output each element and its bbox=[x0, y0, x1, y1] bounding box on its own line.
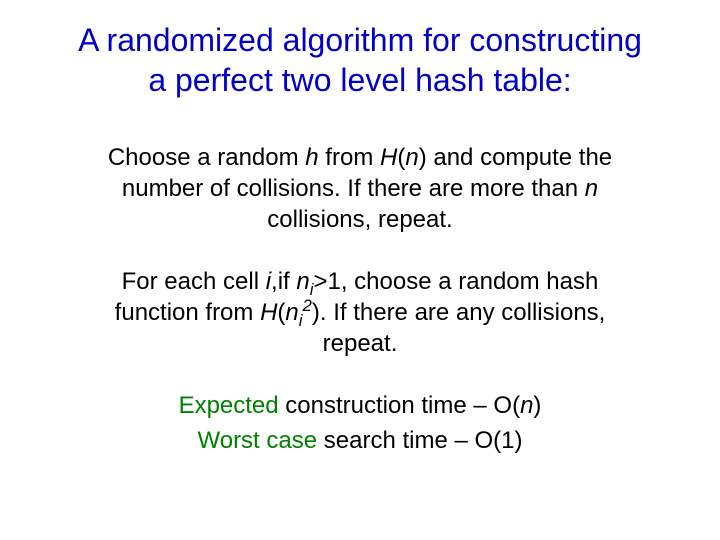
var-h: h bbox=[305, 144, 318, 171]
paragraph-step-1: Choose a random h from H(n) and compute … bbox=[80, 142, 640, 236]
highlight-worst-case: Worst case bbox=[198, 427, 318, 454]
var-n: n bbox=[296, 268, 309, 295]
sup-2: 2 bbox=[303, 296, 312, 315]
text: search time – O(1) bbox=[317, 427, 522, 454]
slide: A randomized algorithm for constructing … bbox=[0, 0, 720, 540]
var-ni: ni bbox=[296, 268, 313, 295]
worst-case-time-line: Worst case search time – O(1) bbox=[30, 424, 690, 459]
text: if bbox=[278, 268, 297, 295]
expected-time-line: Expected construction time – O(n) bbox=[30, 389, 690, 424]
slide-title: A randomized algorithm for constructing … bbox=[30, 20, 690, 100]
text: Choose a random bbox=[108, 144, 305, 171]
var-H: H bbox=[380, 144, 397, 171]
text: For each cell bbox=[122, 268, 266, 295]
text: from bbox=[319, 144, 380, 171]
title-line-2: a perfect two level hash table: bbox=[148, 62, 571, 98]
paragraph-step-2: For each cell i,if ni>1, choose a random… bbox=[80, 266, 640, 360]
var-n: n bbox=[585, 175, 598, 202]
text: ) bbox=[312, 299, 320, 326]
text: . If there are any collisions, repeat. bbox=[320, 299, 605, 357]
var-H: H bbox=[260, 299, 277, 326]
text: collisions, repeat. bbox=[267, 206, 452, 233]
var-ni-squared: ni2 bbox=[285, 299, 311, 326]
results-block: Expected construction time – O(n) Worst … bbox=[30, 389, 690, 459]
var-n: n bbox=[285, 299, 298, 326]
title-line-1: A randomized algorithm for constructing bbox=[78, 22, 642, 58]
text: , bbox=[271, 268, 278, 295]
text: ) bbox=[419, 144, 427, 171]
highlight-expected: Expected bbox=[179, 392, 279, 419]
text: construction time – O( bbox=[279, 392, 520, 419]
var-n: n bbox=[520, 392, 533, 419]
text: ) bbox=[533, 392, 541, 419]
var-n: n bbox=[405, 144, 418, 171]
